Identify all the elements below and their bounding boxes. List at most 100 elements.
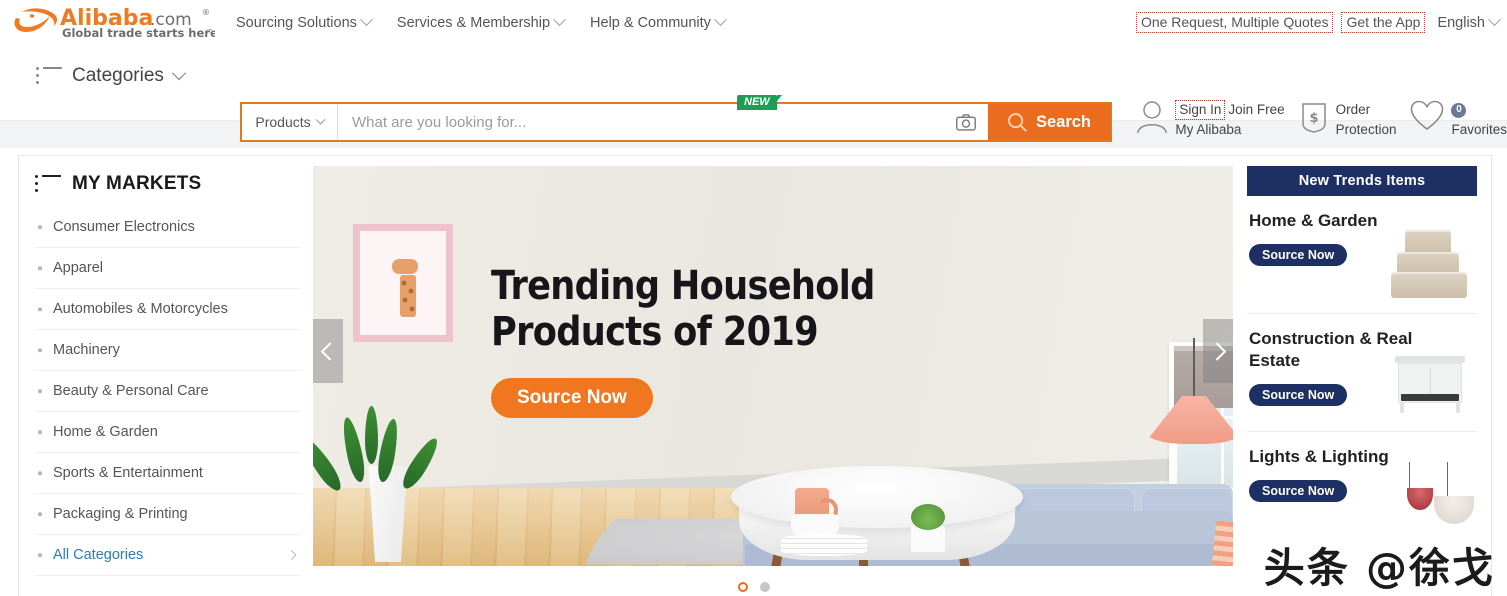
scene-wall-art: [353, 224, 453, 342]
trend-item-lights-lighting[interactable]: Lights & Lighting Source Now: [1247, 432, 1477, 550]
watermark: 头条 @徐戈: [1263, 544, 1495, 592]
join-free-link[interactable]: Join Free: [1228, 100, 1284, 120]
nav-item-services-membership[interactable]: Services & Membership: [397, 13, 566, 31]
search-input[interactable]: [338, 104, 944, 140]
nav-item-sourcing-solutions[interactable]: Sourcing Solutions: [236, 13, 373, 31]
image-search-button[interactable]: [944, 104, 988, 140]
carousel-prev-button[interactable]: [313, 319, 343, 383]
chevron-right-icon: [286, 550, 297, 560]
chevron-down-icon: [315, 114, 326, 125]
alibaba-logo[interactable]: Alibaba .com ® Global trade starts here.…: [10, 4, 215, 42]
search-row: Categories NEW Products Search: [0, 45, 1507, 142]
content-card: MY MARKETS Consumer Electronics Apparel …: [18, 155, 1492, 596]
categories-menu-button[interactable]: Categories: [36, 65, 186, 87]
vanity: [1391, 344, 1469, 418]
nav-item-help-community[interactable]: Help & Community: [590, 13, 727, 31]
my-alibaba-block[interactable]: Sign In Join Free My Alibaba: [1136, 100, 1285, 140]
list-icon: [35, 175, 61, 193]
table-top: [731, 466, 1023, 528]
pendant-lamps: [1391, 462, 1474, 536]
trend-item-home-garden[interactable]: Home & Garden Source Now: [1247, 196, 1477, 314]
scene-succulent: [911, 504, 945, 530]
new-trends-panel: New Trends Items Home & Garden Source No…: [1233, 156, 1491, 596]
sidebar-item-label: All Categories: [53, 547, 144, 563]
sidebar-item-label: Beauty & Personal Care: [53, 383, 209, 399]
trend-source-now-button[interactable]: Source Now: [1249, 384, 1348, 407]
list-icon: [36, 67, 62, 85]
search-bar: Products Search: [240, 102, 1112, 142]
hero-headline-line-2: Products of 2019: [491, 308, 819, 355]
search-button-label: Search: [1035, 112, 1092, 131]
carousel-dot-1[interactable]: [737, 582, 748, 592]
sidebar-item-label: Sports & Entertainment: [53, 465, 203, 481]
search-icon: [1008, 112, 1027, 132]
main-content: MY MARKETS Consumer Electronics Apparel …: [0, 148, 1507, 596]
carousel-dot-2[interactable]: [759, 582, 770, 592]
new-trends-header: New Trends Items: [1247, 166, 1477, 196]
new-badge: NEW: [737, 95, 782, 110]
favorites-label: Favorites: [1451, 121, 1507, 137]
wall-art-canvas: [360, 231, 446, 335]
top-utility-links: One Request, Multiple Quotes Get the App…: [1135, 0, 1507, 45]
nav-label: Help & Community: [590, 14, 711, 31]
sidebar-item-all-categories[interactable]: All Categories: [35, 535, 301, 576]
language-label: English: [1437, 14, 1485, 31]
get-the-app-link[interactable]: Get the App: [1341, 11, 1426, 34]
carousel-dots: [737, 582, 770, 592]
favorites-count-badge: 0: [1451, 102, 1467, 118]
lamp-shade: [1407, 488, 1433, 510]
sidebar-item-label: Machinery: [53, 342, 120, 358]
svg-text:™: ™: [206, 28, 213, 36]
trend-source-now-button[interactable]: Source Now: [1249, 244, 1348, 267]
account-area: Sign In Join Free My Alibaba $ Order Pro…: [1136, 100, 1507, 139]
vanity-leg: [1400, 403, 1404, 413]
lamp-shade: [1434, 496, 1474, 524]
order-protection-text: Order Protection: [1336, 100, 1397, 139]
giraffe-spots: [400, 277, 416, 317]
trend-item-title: Lights & Lighting: [1249, 447, 1389, 466]
sidebar-item-sports-entertainment[interactable]: Sports & Entertainment: [35, 453, 301, 494]
search-button[interactable]: Search: [988, 104, 1110, 140]
account-line-1: Sign In Join Free: [1175, 100, 1285, 120]
sidebar-item-machinery[interactable]: Machinery: [35, 330, 301, 371]
trend-item-construction-real-estate[interactable]: Construction & Real Estate Source Now: [1247, 314, 1477, 432]
my-alibaba-label[interactable]: My Alibaba: [1175, 120, 1284, 140]
vanity-leg: [1456, 403, 1460, 413]
sidebar-item-label: Consumer Electronics: [53, 219, 195, 235]
trend-item-title: Construction & Real Estate: [1249, 329, 1413, 371]
hero-carousel[interactable]: Trending Household Products of 2019 Sour…: [313, 166, 1233, 566]
favorites-block[interactable]: 0 Favorites: [1410, 100, 1507, 139]
my-markets-title: MY MARKETS: [72, 173, 202, 194]
my-markets-sidebar: MY MARKETS Consumer Electronics Apparel …: [19, 156, 313, 596]
heart-icon: [1411, 100, 1444, 130]
camera-icon: [956, 113, 976, 131]
sidebar-item-automobiles-motorcycles[interactable]: Automobiles & Motorcycles: [35, 289, 301, 330]
hero-headline-line-1: Trending Household: [491, 263, 875, 309]
pendant-lamp-cord: [1193, 338, 1195, 400]
order-protection-line-1: Order: [1335, 102, 1371, 117]
box-stack: [1391, 226, 1469, 300]
language-selector[interactable]: English: [1437, 13, 1501, 31]
sidebar-item-apparel[interactable]: Apparel: [35, 248, 301, 289]
pendant-lamps-thumbnail: [1391, 462, 1474, 536]
primary-nav: Sourcing Solutions Services & Membership…: [236, 0, 727, 45]
sidebar-item-consumer-electronics[interactable]: Consumer Electronics: [35, 207, 301, 248]
one-request-multiple-quotes-link[interactable]: One Request, Multiple Quotes: [1135, 11, 1334, 34]
sidebar-item-label: Packaging & Printing: [53, 506, 188, 522]
sidebar-item-home-garden[interactable]: Home & Garden: [35, 412, 301, 453]
sign-in-link[interactable]: Sign In: [1175, 100, 1226, 120]
hero-source-now-button[interactable]: Source Now: [491, 378, 653, 419]
search-scope-dropdown[interactable]: Products: [242, 104, 338, 140]
carousel-next-button[interactable]: [1203, 319, 1233, 383]
my-markets-list: Consumer Electronics Apparel Automobiles…: [35, 207, 313, 576]
lamp-cord: [1409, 462, 1411, 488]
order-protection-block[interactable]: $ Order Protection: [1299, 100, 1397, 139]
trend-source-now-button[interactable]: Source Now: [1249, 480, 1348, 503]
chevron-down-icon: [714, 13, 727, 27]
sidebar-item-packaging-printing[interactable]: Packaging & Printing: [35, 494, 301, 535]
my-markets-header: MY MARKETS: [35, 173, 313, 195]
nav-label: Sourcing Solutions: [236, 14, 357, 31]
hero-copy: Trending Household Products of 2019 Sour…: [491, 263, 927, 419]
sidebar-item-beauty-personal-care[interactable]: Beauty & Personal Care: [35, 371, 301, 412]
order-protection-icon: $: [1301, 103, 1326, 133]
